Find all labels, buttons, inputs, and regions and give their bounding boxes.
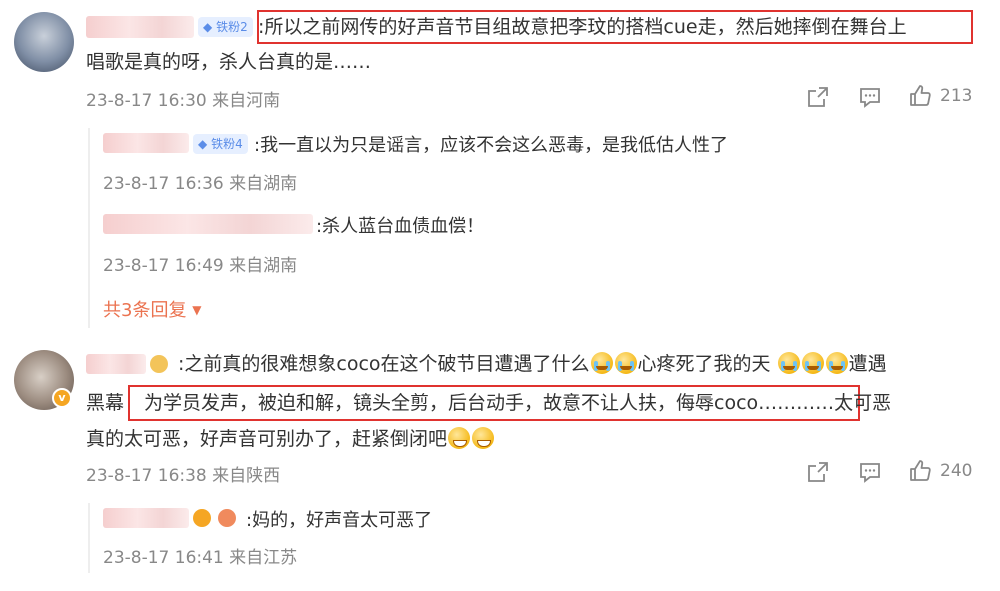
reply-meta: 23-8-17 16:49 来自湖南: [103, 256, 298, 276]
fan-badge-label: 铁粉4: [211, 137, 243, 151]
sobbing-emoji-icon: [801, 352, 824, 374]
reply-text: :妈的，好声音太可恶了: [246, 510, 433, 531]
reply-text: :我一直以为只是谣言，应该不会这么恶毒，是我低估人性了: [254, 135, 729, 156]
share-icon[interactable]: [806, 460, 830, 484]
fan-badge: ◆ 铁粉2: [198, 17, 253, 37]
fan-badge-label: 铁粉2: [216, 20, 248, 34]
like-count: 240: [940, 461, 973, 481]
crying-emoji-icon: [590, 352, 613, 374]
sobbing-emoji-icon: [777, 352, 800, 374]
sobbing-emoji-icon: [825, 352, 848, 374]
verified-badge-icon: v: [52, 388, 72, 408]
comment-text-boxed: 为学员发声，被迫和解，镜头全剪，后台动手，故意不让人扶，侮辱coco……: [144, 392, 797, 414]
comment-text-segment: 遭遇: [848, 353, 887, 375]
like-icon[interactable]: [908, 459, 932, 483]
comment-text-line: :之前真的很难想象coco在这个破节目遭遇了什么 心疼死了我的天 遭遇: [178, 346, 887, 382]
username-blurred[interactable]: [86, 16, 194, 38]
comment-meta: 23-8-17 16:38 来自陕西: [86, 466, 281, 486]
fan-badge-icon: ◆: [203, 20, 213, 34]
comment-text-segment: 心疼死了我的天: [637, 353, 771, 375]
username-blurred[interactable]: [103, 133, 189, 153]
comment-text-line: 黑幕 为学员发声，被迫和解，镜头全剪，后台动手，故意不让人扶，侮辱coco……………: [86, 385, 891, 421]
member-badge-icon: [150, 355, 168, 373]
reply-meta: 23-8-17 16:41 来自江苏: [103, 548, 298, 568]
reply-meta: 23-8-17 16:36 来自湖南: [103, 174, 298, 194]
comment-text-line: 唱歌是真的呀，杀人台真的是……: [86, 51, 372, 73]
crying-emoji-icon: [614, 352, 637, 374]
reply-thread-line: [88, 128, 90, 328]
username-blurred[interactable]: [103, 214, 313, 234]
reply-thread-line: [88, 503, 90, 573]
comment-text-segment: 黑幕: [86, 392, 125, 414]
member-badge-icon: [218, 509, 236, 527]
verified-badge-icon: [193, 509, 211, 527]
comment-text-segment: ……太可恶: [796, 392, 892, 414]
fan-badge-icon: ◆: [198, 137, 208, 151]
more-replies-label: 共3条回复: [103, 300, 187, 321]
username-blurred[interactable]: [103, 508, 189, 528]
grin-emoji-icon: [448, 427, 471, 449]
more-replies-link[interactable]: 共3条回复 ▼: [103, 296, 201, 322]
chevron-down-icon: ▼: [192, 303, 202, 317]
grin-emoji-icon: [472, 427, 495, 449]
comment-icon[interactable]: [858, 85, 882, 109]
like-count: 213: [940, 86, 973, 106]
share-icon[interactable]: [806, 85, 830, 109]
avatar[interactable]: [14, 12, 74, 72]
username-blurred[interactable]: [86, 354, 146, 374]
reply-text: :杀人蓝台血债血偿！: [316, 216, 485, 237]
fan-badge: ◆ 铁粉4: [193, 134, 248, 154]
comment-meta: 23-8-17 16:30 来自河南: [86, 91, 281, 111]
comment-text-segment: :之前真的很难想象coco在这个破节目遭遇了什么: [178, 353, 590, 375]
comment-text-segment: 真的太可恶，好声音可别办了，赶紧倒闭吧: [86, 428, 448, 450]
comment-text-line: 真的太可恶，好声音可别办了，赶紧倒闭吧: [86, 421, 495, 457]
comment-icon[interactable]: [858, 460, 882, 484]
like-icon[interactable]: [908, 84, 932, 108]
comment-text-line: :所以之前网传的好声音节目组故意把李玟的搭档cue走，然后她摔倒在舞台上: [258, 16, 907, 38]
